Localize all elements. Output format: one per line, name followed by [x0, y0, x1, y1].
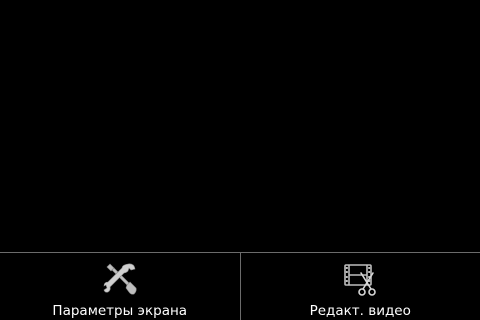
screen: Параметры экрана Редакт. видео	[0, 0, 480, 320]
film-scissors-icon	[344, 264, 377, 296]
options-menu: Параметры экрана Редакт. видео	[0, 252, 480, 320]
menu-item-label: Редакт. видео	[309, 303, 411, 319]
menu-item-display-settings[interactable]: Параметры экрана	[0, 253, 240, 320]
content-area	[0, 0, 480, 252]
menu-item-label: Параметры экрана	[52, 303, 188, 319]
menu-item-edit-video[interactable]: Редакт. видео	[239, 253, 480, 320]
wrench-screwdriver-icon	[103, 263, 137, 295]
